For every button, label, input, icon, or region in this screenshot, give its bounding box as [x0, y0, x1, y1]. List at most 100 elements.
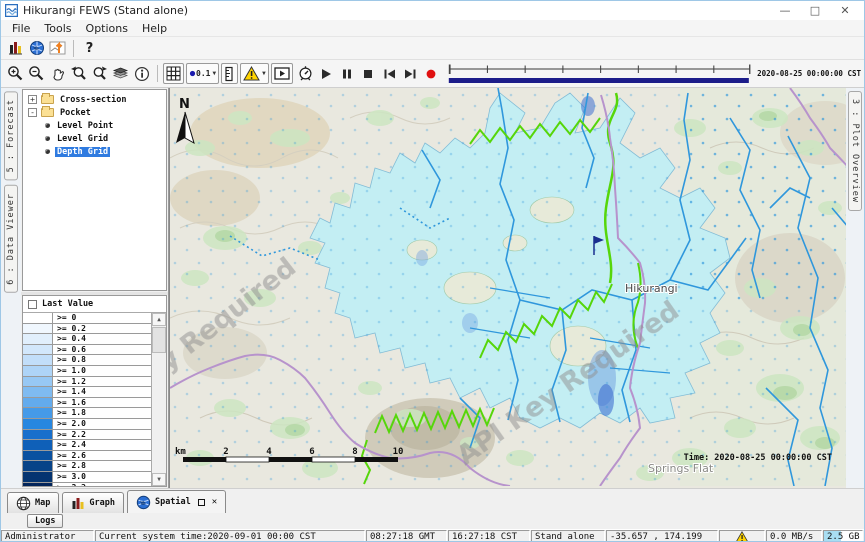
tab-graph[interactable]: Graph	[62, 492, 124, 513]
legend-row: >= 2.8	[23, 461, 151, 472]
status-user: Administrator	[1, 530, 94, 542]
app-window: Hikurangi FEWS (Stand alone) — □ ✕ File …	[0, 0, 865, 542]
svg-text:N: N	[179, 97, 190, 112]
ruler-icon	[224, 66, 235, 82]
panel-close-icon[interactable]: ✕	[212, 497, 217, 507]
map-viewport[interactable]: API Key Required API Key Required N km	[169, 88, 846, 488]
layer-tree: + Cross-section - Pocket Level Point Lev…	[22, 89, 167, 291]
warning-icon	[735, 531, 749, 542]
legend-row: >= 1.6	[23, 398, 151, 409]
tree-node-depth-grid[interactable]: Depth Grid	[23, 145, 166, 158]
tree-node-label[interactable]: Pocket	[58, 108, 93, 118]
last-value-checkbox[interactable]	[28, 300, 37, 309]
tab-spatial[interactable]: Spatial ✕	[127, 490, 226, 513]
place-label-springs-flat: Springs Flat	[648, 462, 714, 475]
legend-label: >= 2.4	[53, 440, 151, 450]
menu-help[interactable]: Help	[135, 22, 174, 35]
legend-label: >= 2.2	[53, 430, 151, 440]
scroll-thumb[interactable]	[152, 327, 166, 353]
scroll-down-icon[interactable]: ▼	[152, 473, 166, 486]
tab-data-viewer[interactable]: 6 : Data Viewer	[4, 185, 18, 293]
tree-node-label[interactable]: Level Grid	[55, 134, 110, 144]
grid-layer-button[interactable]	[163, 63, 184, 84]
time-slider[interactable]	[447, 62, 752, 86]
tree-node-label-selected[interactable]: Depth Grid	[55, 147, 110, 157]
chevron-down-icon: ▼	[212, 70, 216, 77]
legend-swatch	[23, 345, 53, 355]
zoom-next-icon[interactable]	[89, 63, 110, 84]
menu-file[interactable]: File	[5, 22, 37, 35]
record-button[interactable]	[421, 63, 442, 84]
tree-node-pocket[interactable]: - Pocket	[23, 106, 166, 119]
zoom-in-icon[interactable]	[5, 63, 26, 84]
step-forward-button[interactable]	[400, 63, 421, 84]
tab-map[interactable]: Map	[7, 492, 59, 513]
expander-icon[interactable]: -	[28, 108, 37, 117]
zoom-previous-icon[interactable]	[68, 63, 89, 84]
svg-text:4: 4	[266, 447, 272, 457]
help-button[interactable]: ?	[79, 38, 100, 59]
tree-node-cross-section[interactable]: + Cross-section	[23, 93, 166, 106]
help-icon: ?	[86, 41, 94, 56]
animation-button[interactable]	[271, 63, 293, 84]
main-toolbar: ?	[1, 37, 864, 60]
legend-row: >= 2.0	[23, 419, 151, 430]
close-button[interactable]: ✕	[830, 4, 860, 17]
left-tab-strip: 5 : Forecast 6 : Data Viewer	[1, 88, 21, 488]
legend-row: >= 0.6	[23, 345, 151, 356]
legend-label: >= 2.6	[53, 451, 151, 461]
time-slider-range-bar[interactable]	[448, 78, 748, 83]
pause-button[interactable]	[337, 63, 358, 84]
tree-node-level-grid[interactable]: Level Grid	[23, 132, 166, 145]
layers-icon[interactable]	[110, 63, 131, 84]
expander-icon[interactable]: +	[28, 95, 37, 104]
status-warning-cell[interactable]	[719, 530, 765, 542]
legend-label: >= 0	[53, 313, 151, 323]
tree-node-label[interactable]: Level Point	[55, 121, 115, 131]
legend-scrollbar[interactable]: ▲ ▼	[151, 313, 166, 486]
spatial-display-icon[interactable]	[26, 38, 47, 59]
blue-globe-icon	[136, 495, 151, 510]
stop-button[interactable]	[358, 63, 379, 84]
scale-ruler-button[interactable]	[221, 63, 238, 84]
timeseries-display-icon[interactable]	[47, 38, 68, 59]
legend-swatch	[23, 472, 53, 482]
legend-label: >= 1.8	[53, 408, 151, 418]
svg-text:2: 2	[223, 447, 228, 457]
folder-icon	[41, 108, 54, 117]
tab-plot-overview[interactable]: 3 : Plot Overview	[848, 91, 862, 211]
legend-row: >= 1.0	[23, 366, 151, 377]
play-button[interactable]	[316, 63, 337, 84]
scroll-up-icon[interactable]: ▲	[152, 313, 166, 326]
tree-node-label[interactable]: Cross-section	[58, 95, 129, 105]
last-value-option[interactable]: Last Value	[23, 296, 166, 312]
menu-tools[interactable]: Tools	[37, 22, 78, 35]
legend-label: >= 3.0	[53, 472, 151, 482]
step-back-button[interactable]	[379, 63, 400, 84]
zoom-out-icon[interactable]	[26, 63, 47, 84]
info-icon[interactable]	[131, 63, 152, 84]
legend-row: >= 0.4	[23, 334, 151, 345]
chevron-down-icon: ▼	[262, 70, 266, 77]
database-viewer-icon[interactable]	[5, 38, 26, 59]
legend-row: >= 3.0	[23, 472, 151, 483]
tree-node-level-point[interactable]: Level Point	[23, 119, 166, 132]
tab-spatial-label: Spatial	[155, 497, 191, 507]
pan-hand-icon[interactable]	[47, 63, 68, 84]
legend-swatch	[23, 355, 53, 365]
tab-forecast[interactable]: 5 : Forecast	[4, 91, 18, 180]
bottom-tab-bar: Map Graph Spatial ✕	[1, 488, 864, 513]
maximize-button[interactable]: □	[800, 4, 830, 17]
folder-icon	[41, 95, 54, 104]
threshold-dropdown[interactable]: 0.1 ▼	[186, 63, 219, 84]
menu-options[interactable]: Options	[79, 22, 135, 35]
legend-row: >= 2.2	[23, 430, 151, 441]
timer-icon[interactable]	[295, 63, 316, 84]
thresholds-warning-dropdown[interactable]: ▼	[240, 63, 269, 84]
bar-chart-icon	[71, 496, 85, 510]
logs-button[interactable]: Logs	[27, 514, 63, 528]
minimize-button[interactable]: —	[770, 4, 800, 17]
scroll-track	[152, 353, 166, 473]
spatial-left-panel: + Cross-section - Pocket Level Point Lev…	[21, 88, 169, 488]
panel-restore-icon[interactable]	[198, 499, 205, 506]
